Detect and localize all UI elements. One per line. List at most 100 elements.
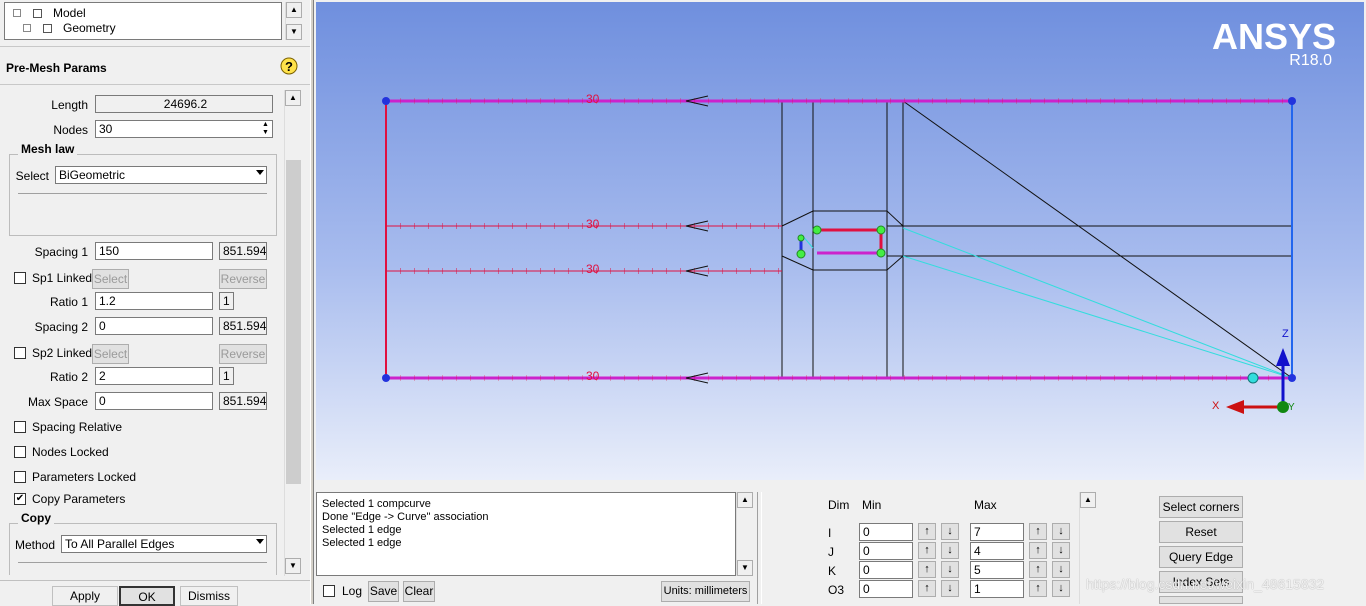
scroll-up-icon[interactable]: ▲ [1080,492,1096,508]
sp2-linked-checkbox[interactable] [14,347,26,359]
chevron-down-icon[interactable] [256,539,264,544]
ratio1-max: 1 [219,292,234,310]
vertex[interactable] [382,374,390,382]
spacing2-input[interactable]: 0 [95,317,213,335]
spacing-relative-checkbox[interactable] [14,421,26,433]
dim-min-input[interactable]: 0 [859,561,913,579]
sp2-select-button[interactable]: Select [92,344,129,364]
checkbox-icon[interactable] [33,9,42,18]
scroll-down-icon[interactable]: ▼ [737,560,753,576]
copy-params-checkbox[interactable]: ✔ [14,493,26,505]
tree-scrollbar[interactable]: ▲ ▼ [285,2,302,40]
method-select[interactable]: To All Parallel Edges [61,535,267,553]
graphics-viewport[interactable]: 30 30 30 30 Z X Y ANSYS R18.0 [316,2,1364,480]
ratio2-input[interactable]: 2 [95,367,213,385]
ok-button[interactable]: OK [119,586,175,606]
scroll-down-icon[interactable]: ▼ [286,24,302,40]
arrow-down-icon[interactable]: ↓ [1052,580,1070,597]
edge-count-label: 30 [586,92,600,106]
sp1-select-button[interactable]: Select [92,269,129,289]
help-icon[interactable]: ? [280,57,298,77]
select-corners-button[interactable]: Select corners [1159,496,1243,518]
arrow-up-icon[interactable]: ↑ [1029,580,1047,597]
max-column-header: Max [974,498,997,512]
arrow-up-icon[interactable]: ↑ [918,580,936,597]
arrow-down-icon[interactable]: ↓ [1052,561,1070,578]
apply-button[interactable]: Apply [52,586,118,606]
scroll-down-icon[interactable]: ▼ [285,558,301,574]
expand-icon[interactable] [13,9,21,17]
mesh-edges[interactable] [385,98,1293,381]
panel-scrollbar[interactable]: ▲ ▼ [284,90,302,576]
vertices[interactable] [382,97,1296,382]
ratio2-max: 1 [219,367,234,385]
arrow-up-icon[interactable]: ↑ [1029,561,1047,578]
arrow-down-icon[interactable]: ↓ [941,523,959,540]
vertex[interactable] [1247,372,1259,384]
scroll-thumb[interactable] [286,160,301,484]
dim-max-input[interactable]: 4 [970,542,1024,560]
chevron-down-icon[interactable] [256,170,264,175]
sp1-reverse-button[interactable]: Reverse [219,269,267,289]
mesh-law-select[interactable]: BiGeometric [55,166,267,184]
nodes-locked-checkbox[interactable] [14,446,26,458]
ratio1-input[interactable]: 1.2 [95,292,213,310]
watermark: https://blog.csdn.net/weixin_48615832 [1086,576,1325,592]
log-label: Log [342,584,363,598]
pre-mesh-panel: Model Geometry ▲ ▼ Pre-Mesh Params ? ▲ ▼… [0,0,310,606]
nodes-input[interactable]: 30 [95,120,273,138]
arrow-down-icon[interactable]: ↓ [1052,542,1070,559]
arrow-up-icon[interactable]: ↑ [918,542,936,559]
params-locked-checkbox[interactable] [14,471,26,483]
arrow-down-icon[interactable]: ↓ [941,580,959,597]
more-button[interactable] [1159,596,1243,604]
dim-max-input[interactable]: 5 [970,561,1024,579]
vertex[interactable] [382,97,390,105]
geometry-canvas[interactable]: 30 30 30 30 Z X Y [316,2,1364,480]
save-button[interactable]: Save [368,581,399,602]
scroll-up-icon[interactable]: ▲ [285,90,301,106]
dim-min-input[interactable]: 0 [859,523,913,541]
dim-min-input[interactable]: 0 [859,580,913,598]
message-line: Selected 1 edge [322,537,402,549]
message-text: Done "Edge -> Curve" association [322,511,489,523]
checkbox-icon[interactable] [43,24,52,33]
message-scrollbar[interactable]: ▲ ▼ [736,492,753,576]
nodes-spinner[interactable]: ▲ ▼ [259,121,272,137]
dim-max-input[interactable]: 7 [970,523,1024,541]
min-column-header: Min [862,498,882,512]
nodes-locked-label: Nodes Locked [32,445,109,459]
dim-max-input[interactable]: 1 [970,580,1024,598]
splitter[interactable] [310,0,314,604]
log-checkbox[interactable] [323,585,335,597]
arrow-down-icon[interactable]: ↓ [941,542,959,559]
divider [0,84,310,85]
dismiss-button[interactable]: Dismiss [180,586,238,606]
sp1-linked-checkbox[interactable] [14,272,26,284]
dim-min-input[interactable]: 0 [859,542,913,560]
spacing1-input[interactable]: 150 [95,242,213,260]
arrow-down-icon[interactable]: ↓ [941,561,959,578]
scroll-up-icon[interactable]: ▲ [286,2,302,18]
mesh-law-value: BiGeometric [59,168,126,182]
axis-triad: Z X Y [1212,328,1295,414]
vertex[interactable] [1288,97,1296,105]
arrow-up-icon[interactable]: ↑ [918,561,936,578]
units-button[interactable]: Units: millimeters [661,581,750,602]
reset-button[interactable]: Reset [1159,521,1243,543]
arrow-up-icon[interactable]: ↑ [1029,523,1047,540]
edge-count-labels: 30 30 30 30 [586,92,600,383]
tree-item-geometry[interactable]: Geometry [9,21,269,36]
clear-button[interactable]: Clear [403,581,435,602]
spacing-relative-label: Spacing Relative [32,420,123,434]
tree-item-model[interactable]: Model [9,6,269,21]
maxspace-input[interactable]: 0 [95,392,213,410]
expand-icon[interactable] [23,24,31,32]
arrow-up-icon[interactable]: ↑ [1029,542,1047,559]
scroll-up-icon[interactable]: ▲ [737,492,753,508]
vertex[interactable] [1288,374,1296,382]
arrow-down-icon[interactable]: ↓ [1052,523,1070,540]
arrow-up-icon[interactable]: ↑ [918,523,936,540]
query-edge-button[interactable]: Query Edge [1159,546,1243,568]
sp2-reverse-button[interactable]: Reverse [219,344,267,364]
